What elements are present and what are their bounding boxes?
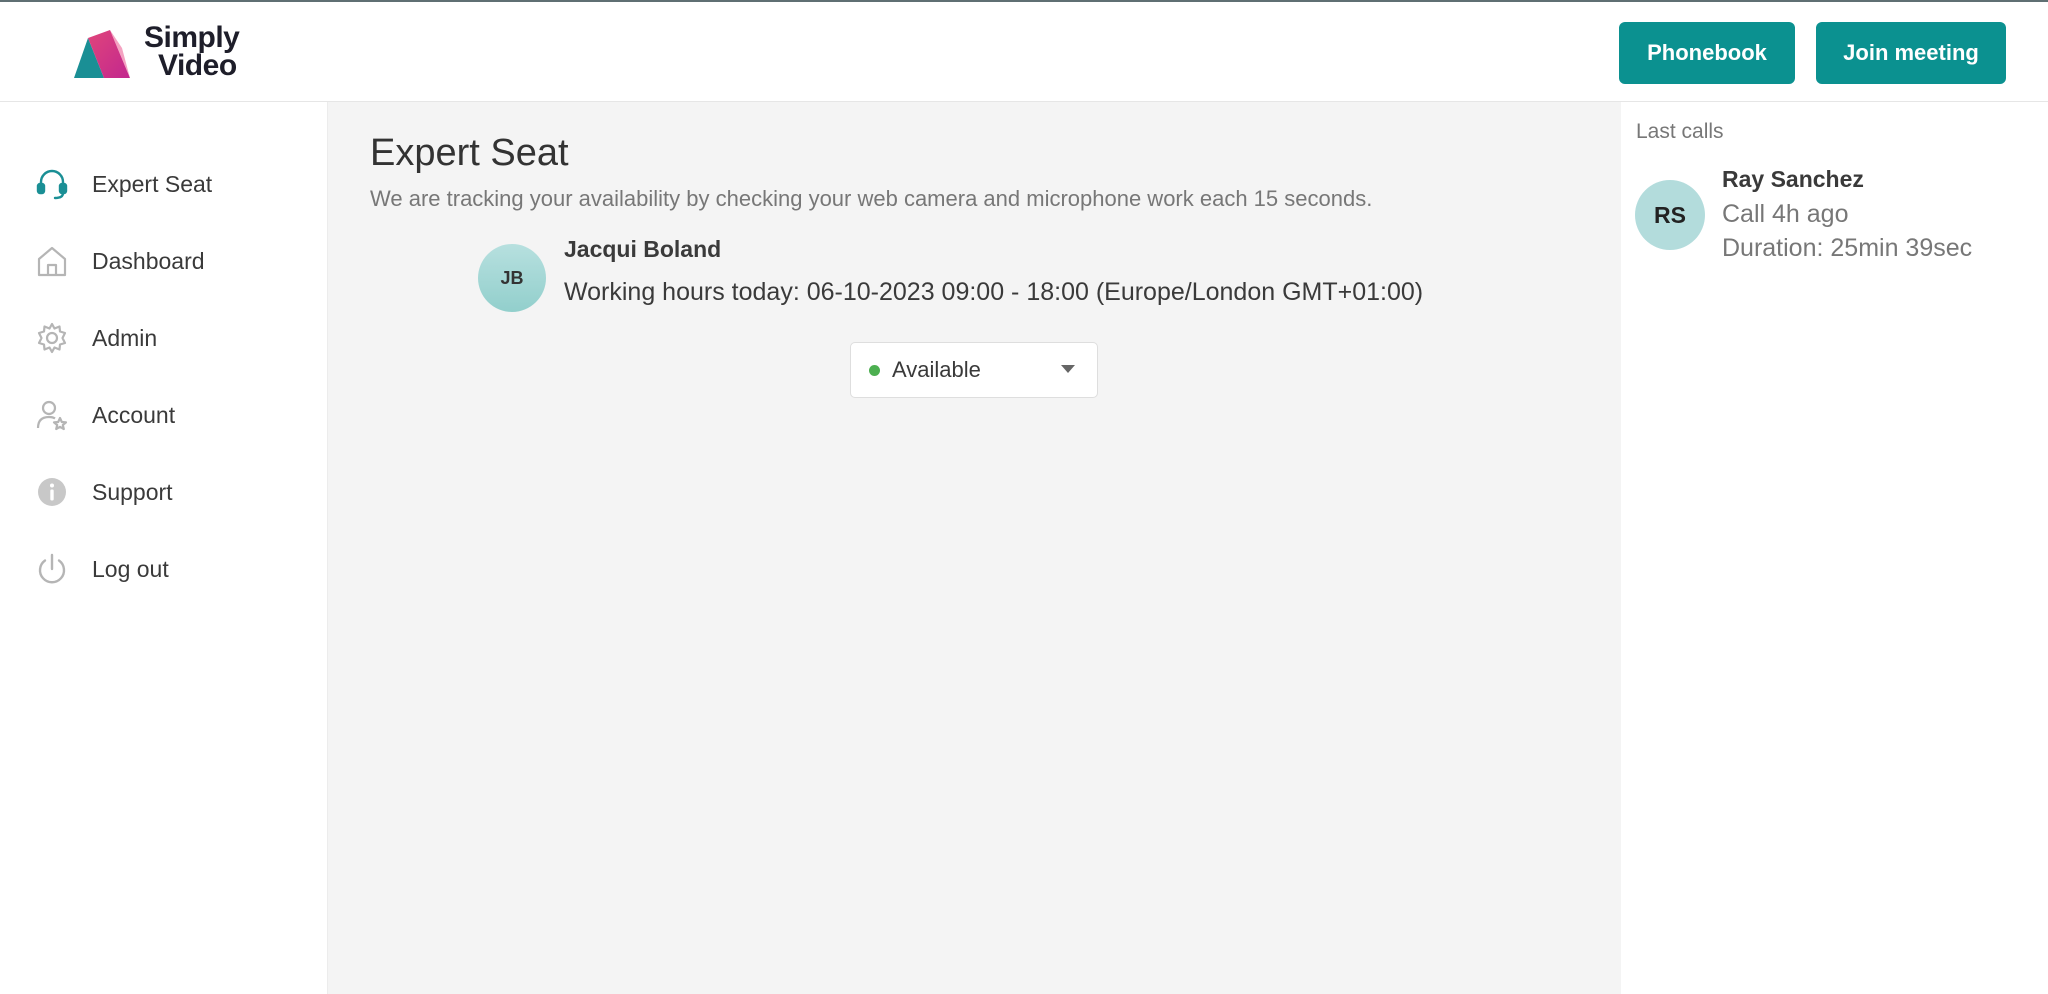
user-star-icon: [34, 397, 70, 433]
working-hours: Working hours today: 06-10-2023 09:00 - …: [564, 278, 1424, 306]
simply-video-logo[interactable]: Simply Video: [74, 23, 254, 84]
sidebar: Expert Seat Dashboard Admin Account Supp…: [0, 102, 328, 994]
status-selected-label: Available: [892, 357, 981, 382]
avatar: RS: [1635, 180, 1705, 250]
logo-text: Simply Video: [144, 23, 240, 82]
sidebar-item-label: Admin: [92, 324, 158, 351]
call-time: Call 4h ago: [1722, 200, 1849, 228]
call-duration: Duration: 25min 39sec: [1722, 234, 1973, 262]
sidebar-item-expert-seat[interactable]: Expert Seat: [34, 164, 314, 204]
sidebar-item-label: Dashboard: [92, 247, 205, 274]
sidebar-item-account[interactable]: Account: [34, 395, 314, 435]
availability-status-select[interactable]: Available: [850, 342, 1098, 398]
gear-icon: [34, 320, 70, 356]
power-icon: [34, 551, 70, 587]
avatar: JB: [478, 244, 546, 312]
sidebar-item-log-out[interactable]: Log out: [34, 549, 314, 589]
user-name: Jacqui Boland: [564, 236, 722, 262]
sidebar-item-dashboard[interactable]: Dashboard: [34, 241, 314, 281]
status-dot-icon: [869, 364, 880, 376]
main-content: Expert Seat We are tracking your availab…: [328, 102, 1621, 994]
chevron-down-icon: [1061, 365, 1075, 373]
headset-icon: [34, 166, 70, 202]
home-icon: [34, 243, 70, 279]
last-calls-panel: Last calls RS Ray Sanchez Call 4h ago Du…: [1621, 102, 2048, 994]
caller-name: Ray Sanchez: [1722, 166, 1864, 192]
sidebar-item-admin[interactable]: Admin: [34, 318, 314, 358]
top-bar: Simply Video Phonebook Join meeting: [0, 0, 2048, 102]
logo-mark-icon: [74, 30, 130, 78]
sidebar-item-label: Log out: [92, 555, 169, 582]
sidebar-item-label: Expert Seat: [92, 170, 213, 197]
phonebook-button[interactable]: Phonebook: [1619, 22, 1795, 84]
sidebar-item-label: Account: [92, 401, 176, 428]
info-icon: [34, 474, 70, 510]
logo-line-2: Video: [158, 49, 237, 82]
page-subtitle: We are tracking your availability by che…: [370, 186, 1373, 211]
sidebar-item-support[interactable]: Support: [34, 472, 314, 512]
sidebar-item-label: Support: [92, 478, 173, 505]
join-meeting-button[interactable]: Join meeting: [1816, 22, 2006, 84]
last-calls-title: Last calls: [1636, 120, 1724, 143]
page-title: Expert Seat: [370, 132, 569, 174]
